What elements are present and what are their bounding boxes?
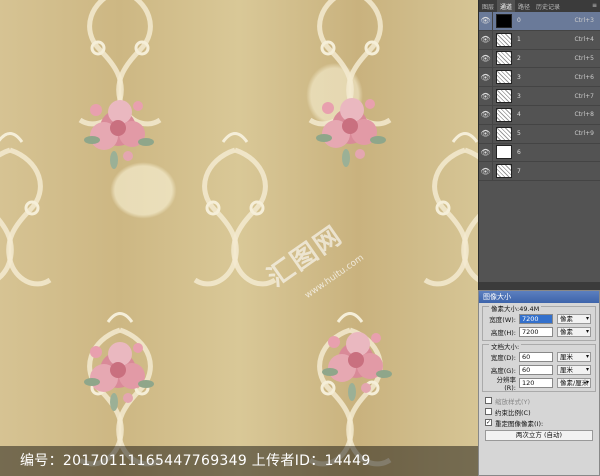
eye-icon[interactable]: 👁 (479, 87, 493, 105)
channel-row[interactable]: 👁 1 Ctrl+4 (479, 30, 600, 50)
eye-icon[interactable]: 👁 (479, 143, 493, 162)
channel-thumbnail (496, 70, 512, 85)
channel-row[interactable]: 👁 4 Ctrl+8 (479, 105, 600, 125)
resample-checkbox[interactable]: ✓ 重定图像像素(I): (485, 417, 599, 428)
channel-thumbnail (496, 51, 512, 66)
tab-paths[interactable]: 路径 (515, 0, 533, 12)
eye-icon[interactable]: 👁 (479, 12, 493, 30)
scale-styles-checkbox[interactable]: 缩放样式(Y) (485, 395, 599, 406)
image-caption: 编号：20170111165447769349 上传者ID：14449 (0, 446, 478, 476)
pixel-width-label: 宽度(W): (489, 315, 516, 324)
channel-row[interactable]: 👁 3 Ctrl+7 (479, 87, 600, 106)
pixel-height-label: 高度(H): (490, 328, 516, 337)
channel-name: 2 (517, 54, 521, 62)
channel-shortcut: Ctrl+7 (574, 92, 594, 100)
scale-styles-label: 缩放样式(Y) (495, 397, 531, 406)
channels-panel: 图层 通道 路径 历史记录 ≡ 👁 0 Ctrl+3 👁 1 Ctrl+4 👁 2 Ctrl+5… (478, 0, 600, 290)
channel-thumbnail (496, 32, 512, 47)
doc-height-unit-select[interactable]: 厘米 (557, 364, 591, 375)
image-size-dialog: 图像大小 像素大小:49.4M 宽度(W): 7200 像素 高度(H): 72… (478, 290, 600, 476)
resolution-unit-select[interactable]: 像素/厘米 (557, 377, 591, 388)
pixel-height-unit-select[interactable]: 像素 (557, 326, 591, 337)
pixel-dimensions-group: 像素大小:49.4M 宽度(W): 7200 像素 高度(H): 7200 像素 (482, 303, 596, 341)
pixel-height-row: 高度(H): 7200 像素 (485, 325, 593, 338)
eye-icon[interactable]: 👁 (479, 162, 493, 181)
channel-name: 5 (517, 130, 521, 138)
constrain-label: 约束比例(C) (495, 408, 531, 417)
channel-thumbnail (496, 89, 512, 104)
channel-shortcut: Ctrl+3 (574, 17, 594, 25)
channel-row[interactable]: 👁 7 (479, 162, 600, 182)
channel-thumbnail (496, 13, 512, 28)
document-size-group: 文档大小: 宽度(D): 60 厘米 高度(G): 60 厘米 分辨率(R): … (482, 341, 596, 392)
resample-label: 重定图像像素(I): (495, 419, 544, 428)
eye-icon[interactable]: 👁 (479, 30, 493, 49)
channel-name: 6 (517, 148, 521, 156)
doc-width-unit-select[interactable]: 厘米 (557, 351, 591, 362)
constrain-checkbox[interactable]: 约束比例(C) (485, 406, 599, 417)
channel-shortcut: Ctrl+8 (574, 111, 594, 119)
doc-width-label: 宽度(D): (490, 353, 516, 362)
channel-shortcut: Ctrl+9 (574, 130, 594, 138)
channel-name: 4 (517, 111, 521, 119)
check-icon: ✓ (485, 419, 492, 426)
eye-icon[interactable]: 👁 (479, 105, 493, 124)
document-canvas[interactable]: 汇图网 www.huitu.com 编号：2017011116544776934… (0, 0, 478, 476)
channel-name: 0 (517, 17, 521, 25)
pixel-width-unit-select[interactable]: 像素 (557, 313, 591, 324)
tab-layers[interactable]: 图层 (479, 0, 497, 12)
pixel-width-input[interactable]: 7200 (519, 313, 553, 324)
channel-thumbnail (496, 145, 512, 160)
channel-list: 👁 0 Ctrl+3 👁 1 Ctrl+4 👁 2 Ctrl+5 👁 3 Ctrl+6 👁 3 Ctrl+7… (479, 12, 600, 182)
channel-name: 3 (517, 92, 521, 100)
doc-width-input[interactable]: 60 (519, 351, 553, 362)
resolution-input[interactable]: 120 (519, 377, 553, 388)
resample-method-select[interactable]: 两次立方 (自动) (485, 430, 593, 441)
channel-row[interactable]: 👁 3 Ctrl+6 (479, 68, 600, 88)
tab-channels[interactable]: 通道 (497, 0, 516, 12)
eye-icon[interactable]: 👁 (479, 68, 493, 87)
channel-shortcut: Ctrl+5 (574, 54, 594, 62)
channel-name: 7 (517, 167, 521, 175)
dialog-title: 图像大小 (479, 291, 599, 303)
channel-shortcut: Ctrl+6 (574, 73, 594, 81)
document-size-label: 文档大小: (489, 341, 522, 351)
channel-thumbnail (496, 107, 512, 122)
channel-row[interactable]: 👁 0 Ctrl+3 (479, 12, 600, 31)
pixel-width-row: 宽度(W): 7200 像素 (485, 312, 593, 325)
channel-shortcut: Ctrl+4 (574, 36, 594, 44)
pixel-dimensions-label: 像素大小:49.4M (489, 303, 542, 313)
channel-name: 3 (517, 73, 521, 81)
panel-tabs: 图层 通道 路径 历史记录 ≡ (479, 0, 600, 12)
eye-icon[interactable]: 👁 (479, 124, 493, 143)
doc-height-input[interactable]: 60 (519, 364, 553, 375)
scale-styles-box (485, 397, 492, 404)
doc-width-row: 宽度(D): 60 厘米 (485, 350, 593, 363)
pixel-height-input[interactable]: 7200 (519, 326, 553, 337)
panel-footer (479, 282, 600, 290)
channel-row[interactable]: 👁 2 Ctrl+5 (479, 49, 600, 69)
channel-thumbnail (496, 126, 512, 141)
channel-thumbnail (496, 164, 512, 179)
resolution-label: 分辨率(R): (496, 375, 517, 392)
tab-history[interactable]: 历史记录 (533, 0, 563, 12)
resolution-row: 分辨率(R): 120 像素/厘米 (485, 375, 593, 392)
panel-menu-icon[interactable]: ≡ (589, 0, 600, 12)
channel-row[interactable]: 👁 6 (479, 143, 600, 163)
channel-row[interactable]: 👁 5 Ctrl+9 (479, 124, 600, 144)
constrain-box (485, 408, 492, 415)
eye-icon[interactable]: 👁 (479, 49, 493, 68)
channel-name: 1 (517, 36, 521, 44)
wallpaper-pattern (0, 0, 478, 476)
